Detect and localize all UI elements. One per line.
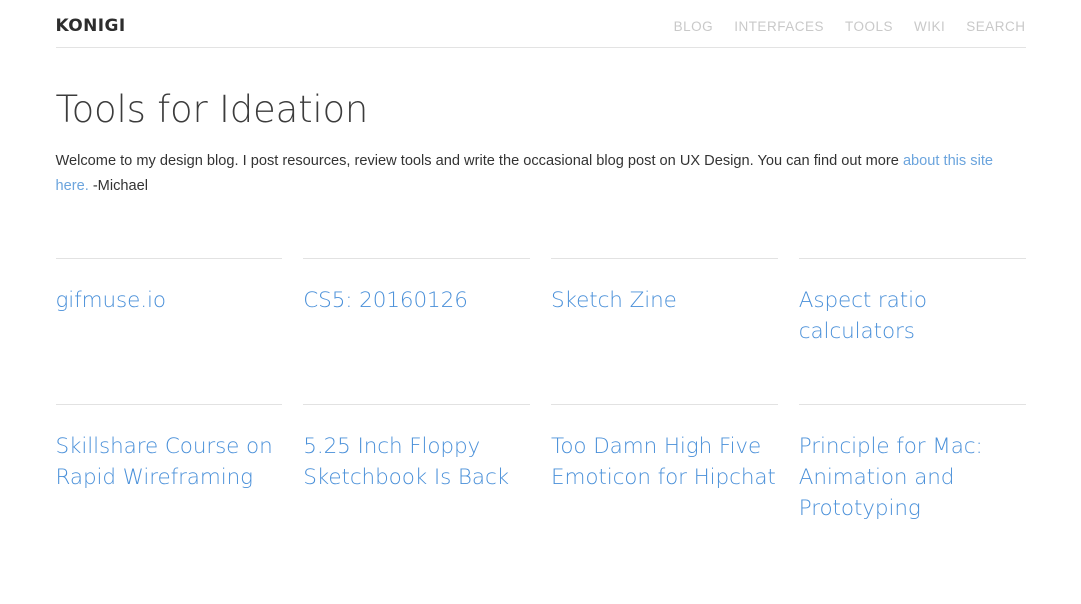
- post-title-link[interactable]: Sketch Zine: [551, 285, 778, 316]
- nav-link-interfaces[interactable]: INTERFACES: [734, 20, 824, 34]
- intro-section: Tools for Ideation Welcome to my design …: [56, 48, 1026, 199]
- intro-paragraph: Welcome to my design blog. I post resour…: [56, 149, 1026, 199]
- post-title-link[interactable]: CS5: 20160126: [303, 285, 530, 316]
- page-container: KONIGI BLOG INTERFACES TOOLS WIKI SEARCH…: [55, 0, 1026, 550]
- nav-link-search[interactable]: SEARCH: [966, 20, 1025, 34]
- post-card: Skillshare Course on Rapid Wireframing: [55, 403, 283, 550]
- nav-link-tools[interactable]: TOOLS: [845, 20, 893, 34]
- post-card: Aspect ratio calculators: [798, 257, 1026, 404]
- intro-text-before-link: Welcome to my design blog. I post resour…: [55, 152, 903, 169]
- post-title-link[interactable]: Skillshare Course on Rapid Wireframing: [56, 431, 283, 493]
- nav-link-wiki[interactable]: WIKI: [914, 20, 945, 34]
- page-title: Tools for Ideation: [55, 88, 369, 131]
- post-title-link[interactable]: Too Damn High Five Emoticon for Hipchat: [551, 431, 778, 493]
- site-logo[interactable]: KONIGI: [56, 18, 126, 35]
- main-navigation: BLOG INTERFACES TOOLS WIKI SEARCH: [674, 20, 1026, 34]
- post-card: Sketch Zine: [551, 257, 778, 404]
- post-card: CS5: 20160126: [303, 257, 530, 404]
- nav-link-blog[interactable]: BLOG: [674, 20, 714, 34]
- post-card: Principle for Mac: Animation and Prototy…: [798, 403, 1026, 550]
- site-header: KONIGI BLOG INTERFACES TOOLS WIKI SEARCH: [55, 0, 1026, 48]
- post-title-link[interactable]: Aspect ratio calculators: [799, 285, 1026, 347]
- post-title-link[interactable]: Principle for Mac: Animation and Prototy…: [799, 431, 1026, 524]
- post-card: gifmuse.io: [55, 257, 283, 404]
- intro-text-after-link: -Michael: [88, 177, 148, 194]
- post-grid: gifmuse.io CS5: 20160126 Sketch Zine Asp…: [55, 257, 1026, 550]
- page-root: KONIGI BLOG INTERFACES TOOLS WIKI SEARCH…: [0, 0, 1081, 604]
- post-card: 5.25 Inch Floppy Sketchbook Is Back: [303, 403, 530, 550]
- post-title-link[interactable]: 5.25 Inch Floppy Sketchbook Is Back: [303, 431, 530, 493]
- post-card: Too Damn High Five Emoticon for Hipchat: [551, 403, 778, 550]
- post-title-link[interactable]: gifmuse.io: [56, 285, 283, 316]
